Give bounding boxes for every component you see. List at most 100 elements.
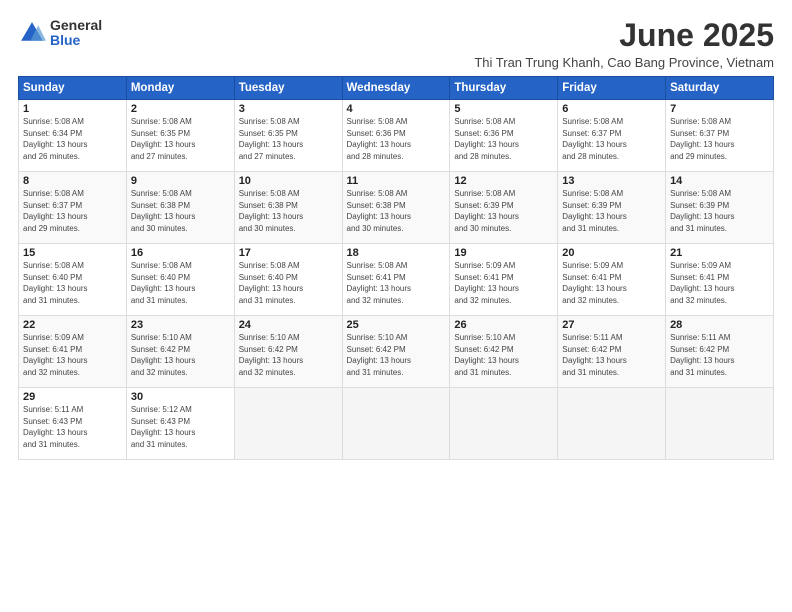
day-number: 30	[131, 391, 230, 403]
day-number: 18	[347, 247, 446, 259]
day-info: Sunrise: 5:10 AM Sunset: 6:42 PM Dayligh…	[239, 332, 338, 378]
day-info: Sunrise: 5:12 AM Sunset: 6:43 PM Dayligh…	[131, 404, 230, 450]
day-number: 27	[562, 319, 661, 331]
day-number: 10	[239, 175, 338, 187]
day-info: Sunrise: 5:10 AM Sunset: 6:42 PM Dayligh…	[131, 332, 230, 378]
table-row: 22Sunrise: 5:09 AM Sunset: 6:41 PM Dayli…	[19, 316, 127, 388]
table-row: 15Sunrise: 5:08 AM Sunset: 6:40 PM Dayli…	[19, 244, 127, 316]
day-number: 23	[131, 319, 230, 331]
day-info: Sunrise: 5:10 AM Sunset: 6:42 PM Dayligh…	[454, 332, 553, 378]
location-subtitle: Thi Tran Trung Khanh, Cao Bang Province,…	[474, 55, 774, 70]
table-row: 17Sunrise: 5:08 AM Sunset: 6:40 PM Dayli…	[234, 244, 342, 316]
table-row: 29Sunrise: 5:11 AM Sunset: 6:43 PM Dayli…	[19, 388, 127, 460]
day-info: Sunrise: 5:08 AM Sunset: 6:39 PM Dayligh…	[562, 188, 661, 234]
day-info: Sunrise: 5:08 AM Sunset: 6:34 PM Dayligh…	[23, 116, 122, 162]
table-row	[234, 388, 342, 460]
day-number: 28	[670, 319, 769, 331]
day-number: 29	[23, 391, 122, 403]
day-info: Sunrise: 5:08 AM Sunset: 6:35 PM Dayligh…	[239, 116, 338, 162]
table-row: 13Sunrise: 5:08 AM Sunset: 6:39 PM Dayli…	[558, 172, 666, 244]
day-number: 25	[347, 319, 446, 331]
col-sunday: Sunday	[19, 77, 127, 100]
day-number: 6	[562, 103, 661, 115]
table-row	[450, 388, 558, 460]
table-row: 25Sunrise: 5:10 AM Sunset: 6:42 PM Dayli…	[342, 316, 450, 388]
calendar-table: Sunday Monday Tuesday Wednesday Thursday…	[18, 76, 774, 460]
day-number: 11	[347, 175, 446, 187]
day-number: 22	[23, 319, 122, 331]
table-row: 30Sunrise: 5:12 AM Sunset: 6:43 PM Dayli…	[126, 388, 234, 460]
table-row: 16Sunrise: 5:08 AM Sunset: 6:40 PM Dayli…	[126, 244, 234, 316]
table-row: 10Sunrise: 5:08 AM Sunset: 6:38 PM Dayli…	[234, 172, 342, 244]
table-row: 6Sunrise: 5:08 AM Sunset: 6:37 PM Daylig…	[558, 100, 666, 172]
day-info: Sunrise: 5:08 AM Sunset: 6:40 PM Dayligh…	[23, 260, 122, 306]
calendar-week-4: 22Sunrise: 5:09 AM Sunset: 6:41 PM Dayli…	[19, 316, 774, 388]
day-info: Sunrise: 5:08 AM Sunset: 6:38 PM Dayligh…	[131, 188, 230, 234]
day-number: 7	[670, 103, 769, 115]
table-row: 9Sunrise: 5:08 AM Sunset: 6:38 PM Daylig…	[126, 172, 234, 244]
day-info: Sunrise: 5:08 AM Sunset: 6:37 PM Dayligh…	[23, 188, 122, 234]
col-saturday: Saturday	[666, 77, 774, 100]
table-row: 19Sunrise: 5:09 AM Sunset: 6:41 PM Dayli…	[450, 244, 558, 316]
logo-text: General Blue	[50, 18, 102, 49]
table-row: 28Sunrise: 5:11 AM Sunset: 6:42 PM Dayli…	[666, 316, 774, 388]
table-row: 26Sunrise: 5:10 AM Sunset: 6:42 PM Dayli…	[450, 316, 558, 388]
day-number: 14	[670, 175, 769, 187]
logo-blue-text: Blue	[50, 33, 102, 48]
month-title: June 2025	[474, 18, 774, 53]
day-number: 9	[131, 175, 230, 187]
day-info: Sunrise: 5:08 AM Sunset: 6:37 PM Dayligh…	[562, 116, 661, 162]
day-info: Sunrise: 5:08 AM Sunset: 6:40 PM Dayligh…	[131, 260, 230, 306]
day-number: 17	[239, 247, 338, 259]
logo: General Blue	[18, 18, 102, 49]
day-info: Sunrise: 5:08 AM Sunset: 6:39 PM Dayligh…	[454, 188, 553, 234]
day-number: 26	[454, 319, 553, 331]
day-info: Sunrise: 5:08 AM Sunset: 6:39 PM Dayligh…	[670, 188, 769, 234]
header: General Blue June 2025 Thi Tran Trung Kh…	[18, 18, 774, 70]
col-tuesday: Tuesday	[234, 77, 342, 100]
table-row: 5Sunrise: 5:08 AM Sunset: 6:36 PM Daylig…	[450, 100, 558, 172]
day-number: 12	[454, 175, 553, 187]
table-row	[342, 388, 450, 460]
page: General Blue June 2025 Thi Tran Trung Kh…	[0, 0, 792, 612]
day-info: Sunrise: 5:08 AM Sunset: 6:40 PM Dayligh…	[239, 260, 338, 306]
table-row	[666, 388, 774, 460]
table-row	[558, 388, 666, 460]
day-number: 15	[23, 247, 122, 259]
day-info: Sunrise: 5:09 AM Sunset: 6:41 PM Dayligh…	[454, 260, 553, 306]
table-row: 20Sunrise: 5:09 AM Sunset: 6:41 PM Dayli…	[558, 244, 666, 316]
day-number: 1	[23, 103, 122, 115]
table-row: 12Sunrise: 5:08 AM Sunset: 6:39 PM Dayli…	[450, 172, 558, 244]
table-row: 24Sunrise: 5:10 AM Sunset: 6:42 PM Dayli…	[234, 316, 342, 388]
day-number: 3	[239, 103, 338, 115]
day-info: Sunrise: 5:08 AM Sunset: 6:36 PM Dayligh…	[347, 116, 446, 162]
day-number: 2	[131, 103, 230, 115]
table-row: 18Sunrise: 5:08 AM Sunset: 6:41 PM Dayli…	[342, 244, 450, 316]
day-number: 8	[23, 175, 122, 187]
day-info: Sunrise: 5:08 AM Sunset: 6:38 PM Dayligh…	[347, 188, 446, 234]
calendar-header-row: Sunday Monday Tuesday Wednesday Thursday…	[19, 77, 774, 100]
logo-general-text: General	[50, 18, 102, 33]
title-block: June 2025 Thi Tran Trung Khanh, Cao Bang…	[474, 18, 774, 70]
col-friday: Friday	[558, 77, 666, 100]
table-row: 8Sunrise: 5:08 AM Sunset: 6:37 PM Daylig…	[19, 172, 127, 244]
day-number: 24	[239, 319, 338, 331]
table-row: 7Sunrise: 5:08 AM Sunset: 6:37 PM Daylig…	[666, 100, 774, 172]
day-info: Sunrise: 5:08 AM Sunset: 6:36 PM Dayligh…	[454, 116, 553, 162]
day-info: Sunrise: 5:11 AM Sunset: 6:42 PM Dayligh…	[562, 332, 661, 378]
day-number: 20	[562, 247, 661, 259]
table-row: 14Sunrise: 5:08 AM Sunset: 6:39 PM Dayli…	[666, 172, 774, 244]
table-row: 4Sunrise: 5:08 AM Sunset: 6:36 PM Daylig…	[342, 100, 450, 172]
table-row: 23Sunrise: 5:10 AM Sunset: 6:42 PM Dayli…	[126, 316, 234, 388]
day-info: Sunrise: 5:11 AM Sunset: 6:42 PM Dayligh…	[670, 332, 769, 378]
table-row: 1Sunrise: 5:08 AM Sunset: 6:34 PM Daylig…	[19, 100, 127, 172]
calendar-week-1: 1Sunrise: 5:08 AM Sunset: 6:34 PM Daylig…	[19, 100, 774, 172]
day-info: Sunrise: 5:08 AM Sunset: 6:38 PM Dayligh…	[239, 188, 338, 234]
day-number: 19	[454, 247, 553, 259]
day-info: Sunrise: 5:09 AM Sunset: 6:41 PM Dayligh…	[23, 332, 122, 378]
table-row: 2Sunrise: 5:08 AM Sunset: 6:35 PM Daylig…	[126, 100, 234, 172]
day-number: 21	[670, 247, 769, 259]
day-info: Sunrise: 5:08 AM Sunset: 6:37 PM Dayligh…	[670, 116, 769, 162]
day-info: Sunrise: 5:09 AM Sunset: 6:41 PM Dayligh…	[562, 260, 661, 306]
day-number: 13	[562, 175, 661, 187]
